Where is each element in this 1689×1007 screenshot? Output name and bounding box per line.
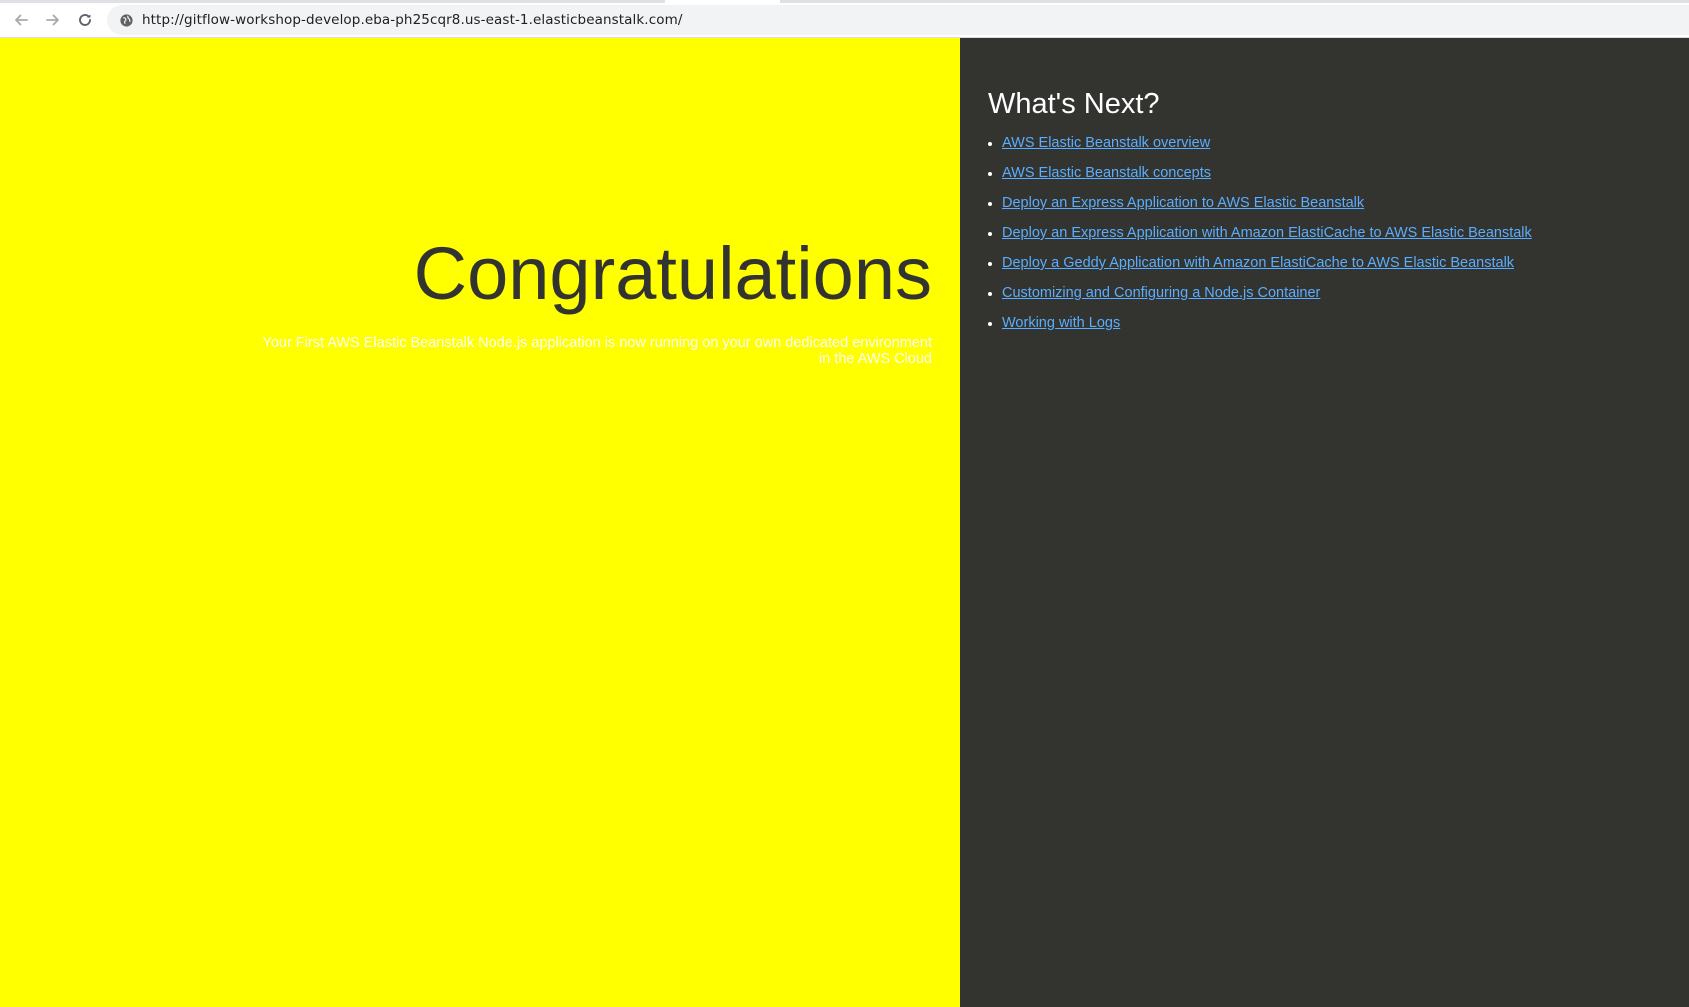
hero-section: Congratulations Your First AWS Elastic B… (0, 38, 960, 1007)
back-button[interactable] (9, 8, 33, 32)
list-item: Deploy an Express Application with Amazo… (1002, 224, 1532, 254)
link-deploy-express-elasticache[interactable]: Deploy an Express Application with Amazo… (1002, 225, 1532, 241)
back-arrow-icon (13, 12, 29, 28)
link-beanstalk-concepts[interactable]: AWS Elastic Beanstalk concepts (1002, 165, 1211, 181)
list-item: Deploy an Express Application to AWS Ela… (1002, 194, 1532, 224)
whats-next-list: AWS Elastic Beanstalk overview AWS Elast… (1002, 134, 1532, 344)
address-bar[interactable]: http://gitflow-workshop-develop.eba-ph25… (107, 5, 1689, 35)
whats-next-title: What's Next? (988, 88, 1160, 120)
site-info-icon[interactable] (118, 12, 134, 28)
list-item: Customizing and Configuring a Node.js Co… (1002, 284, 1532, 314)
forward-arrow-icon (45, 12, 61, 28)
list-item: AWS Elastic Beanstalk overview (1002, 134, 1532, 164)
reload-button[interactable] (73, 8, 97, 32)
hero-description: Your First AWS Elastic Beanstalk Node.js… (262, 335, 932, 367)
link-customizing-nodejs-container[interactable]: Customizing and Configuring a Node.js Co… (1002, 285, 1320, 301)
list-item: AWS Elastic Beanstalk concepts (1002, 164, 1532, 194)
list-item: Working with Logs (1002, 314, 1532, 344)
list-item: Deploy a Geddy Application with Amazon E… (1002, 254, 1532, 284)
web-page: Congratulations Your First AWS Elastic B… (0, 38, 1689, 1007)
hero-title: Congratulations (413, 232, 932, 315)
link-beanstalk-overview[interactable]: AWS Elastic Beanstalk overview (1002, 135, 1210, 151)
url-text[interactable]: http://gitflow-workshop-develop.eba-ph25… (142, 12, 682, 28)
active-tab-edge (665, 0, 780, 3)
forward-button[interactable] (41, 8, 65, 32)
reload-icon (77, 12, 93, 28)
link-working-with-logs[interactable]: Working with Logs (1002, 315, 1120, 331)
link-deploy-geddy-elasticache[interactable]: Deploy a Geddy Application with Amazon E… (1002, 255, 1514, 271)
whats-next-section: What's Next? AWS Elastic Beanstalk overv… (960, 38, 1689, 1007)
tab-strip (0, 0, 1689, 3)
link-deploy-express[interactable]: Deploy an Express Application to AWS Ela… (1002, 195, 1364, 211)
browser-toolbar: http://gitflow-workshop-develop.eba-ph25… (0, 0, 1689, 38)
